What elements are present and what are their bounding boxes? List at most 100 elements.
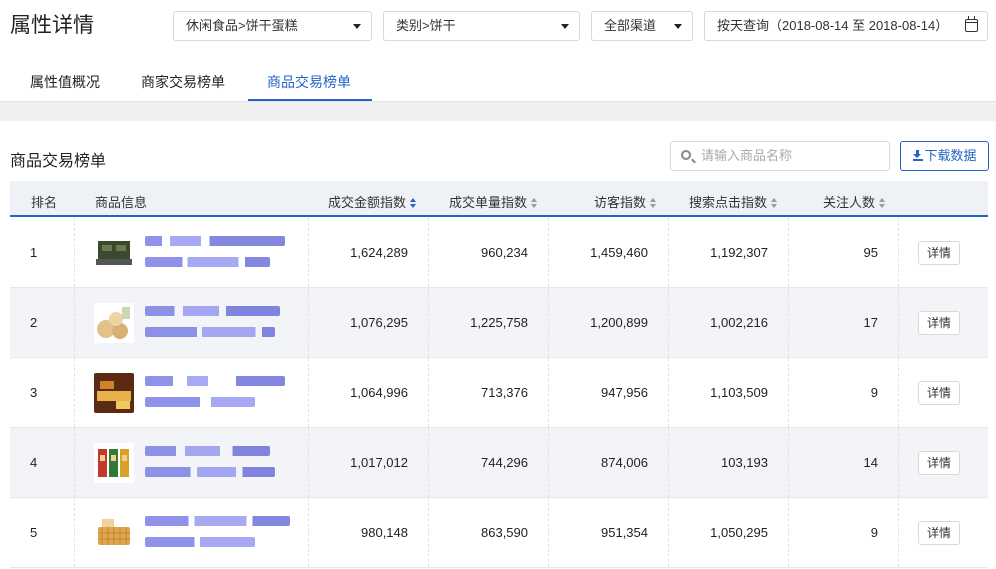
product-search-input[interactable]: 请输入商品名称: [670, 141, 890, 171]
table-row: 3 1,064,996 713,376 947,956 1,103,509 9 …: [10, 358, 988, 428]
header: 属性详情 休闲食品>饼干蛋糕 类别>饼干 全部渠道 按天查询（2018-08-1…: [0, 0, 996, 52]
section-title: 商品交易榜单: [10, 153, 107, 170]
category-select[interactable]: 休闲食品>饼干蛋糕: [173, 11, 372, 41]
amount-cell: 1,624,289: [350, 245, 408, 260]
product-thumbnail[interactable]: [94, 233, 134, 273]
detail-button[interactable]: 详情: [918, 381, 960, 405]
search-cell: 1,192,307: [710, 245, 768, 260]
column-divider: [74, 288, 75, 357]
column-divider: [898, 288, 899, 357]
detail-button[interactable]: 详情: [918, 241, 960, 265]
product-name-blurred: [145, 446, 270, 456]
product-image: [94, 303, 134, 343]
product-image: [94, 373, 134, 413]
column-divider: [74, 218, 75, 287]
page-title: 属性详情: [10, 14, 94, 37]
visitors-cell: 1,200,899: [590, 315, 648, 330]
sort-icon: [879, 198, 886, 208]
search-cell: 1,002,216: [710, 315, 768, 330]
rank-cell: 4: [30, 455, 38, 470]
column-divider: [898, 428, 899, 497]
download-icon-base: [913, 159, 923, 161]
table-row: 2 1,076,295 1,225,758 1,200,899 1,002,21…: [10, 288, 988, 358]
column-header-amount[interactable]: 成交金额指数: [328, 192, 417, 211]
date-range-picker[interactable]: 按天查询（2018-08-14 至 2018-08-14）: [704, 11, 988, 41]
table-row: 5 980,148 863,590 951,354 1,050,295 9 详情: [10, 498, 988, 568]
orders-cell: 1,225,758: [470, 315, 528, 330]
column-header-amount-label: 成交金额指数: [328, 195, 407, 210]
column-header-orders[interactable]: 成交单量指数: [449, 192, 538, 211]
visitors-cell: 947,956: [601, 385, 648, 400]
download-label: 下载数据: [924, 148, 977, 163]
column-divider: [898, 498, 899, 567]
column-header-follows-label: 关注人数: [823, 195, 876, 210]
tab-merchant-ranking[interactable]: 商家交易榜单: [141, 72, 225, 92]
caret-down-icon: [561, 24, 569, 29]
column-divider: [898, 358, 899, 427]
caret-down-icon: [674, 24, 682, 29]
product-thumbnail[interactable]: [94, 513, 134, 553]
product-thumbnail[interactable]: [94, 443, 134, 483]
sort-icon: [531, 198, 538, 208]
product-name-blurred: [145, 397, 255, 407]
orders-cell: 863,590: [481, 525, 528, 540]
column-header-follows[interactable]: 关注人数: [823, 192, 886, 211]
table-row: 1 1,624,289 960,234 1,459,460 1,192,307 …: [10, 218, 988, 288]
follows-cell: 14: [863, 455, 878, 470]
amount-cell: 1,064,996: [350, 385, 408, 400]
column-header-orders-label: 成交单量指数: [449, 195, 528, 210]
caret-down-icon: [353, 24, 361, 29]
amount-cell: 1,017,012: [350, 455, 408, 470]
table-header: 排名 商品信息 成交金额指数 成交单量指数 访客指数 搜索点击指数 关注人数: [10, 181, 988, 217]
rank-cell: 3: [30, 385, 38, 400]
detail-button[interactable]: 详情: [918, 311, 960, 335]
search-cell: 103,193: [721, 455, 768, 470]
product-image: [94, 443, 134, 483]
tab-product-ranking[interactable]: 商品交易榜单: [267, 72, 351, 92]
channel-select[interactable]: 全部渠道: [591, 11, 693, 41]
type-select-value: 类别>饼干: [396, 18, 456, 33]
table-row: 4 1,017,012 744,296 874,006 103,193 14 详…: [10, 428, 988, 498]
product-image: [96, 241, 132, 265]
amount-cell: 1,076,295: [350, 315, 408, 330]
follows-cell: 17: [863, 315, 878, 330]
visitors-cell: 951,354: [601, 525, 648, 540]
column-divider: [74, 498, 75, 567]
download-data-button[interactable]: 下载数据: [900, 141, 989, 171]
category-select-value: 休闲食品>饼干蛋糕: [186, 18, 298, 33]
visitors-cell: 1,459,460: [590, 245, 648, 260]
channel-select-value: 全部渠道: [604, 18, 657, 33]
product-thumbnail[interactable]: [94, 373, 134, 413]
amount-cell: 980,148: [361, 525, 408, 540]
product-name-blurred: [145, 257, 270, 267]
type-select[interactable]: 类别>饼干: [383, 11, 580, 41]
follows-cell: 9: [870, 385, 878, 400]
detail-button[interactable]: 详情: [918, 521, 960, 545]
sort-icon: [771, 198, 778, 208]
rank-cell: 2: [30, 315, 38, 330]
column-header-search[interactable]: 搜索点击指数: [689, 192, 778, 211]
search-placeholder: 请输入商品名称: [701, 148, 793, 163]
product-thumbnail[interactable]: [94, 303, 134, 343]
product-name-blurred: [145, 467, 275, 477]
detail-button[interactable]: 详情: [918, 451, 960, 475]
column-header-search-label: 搜索点击指数: [689, 195, 768, 210]
column-divider: [74, 428, 75, 497]
search-cell: 1,050,295: [710, 525, 768, 540]
product-name-blurred: [145, 376, 285, 386]
column-header-visitors[interactable]: 访客指数: [594, 192, 657, 211]
date-range-value: 按天查询（2018-08-14 至 2018-08-14）: [717, 18, 949, 33]
product-name-blurred: [145, 516, 290, 526]
search-icon: [681, 150, 691, 160]
rank-cell: 5: [30, 525, 38, 540]
tab-attribute-overview[interactable]: 属性值概况: [30, 72, 100, 92]
sort-icon: [650, 198, 657, 208]
tab-bar: 属性值概况 商家交易榜单 商品交易榜单: [0, 60, 996, 102]
column-divider: [898, 218, 899, 287]
follows-cell: 95: [863, 245, 878, 260]
section-separator: [0, 102, 996, 121]
follows-cell: 9: [870, 525, 878, 540]
search-cell: 1,103,509: [710, 385, 768, 400]
product-name-blurred: [145, 306, 280, 316]
product-image: [94, 513, 134, 553]
